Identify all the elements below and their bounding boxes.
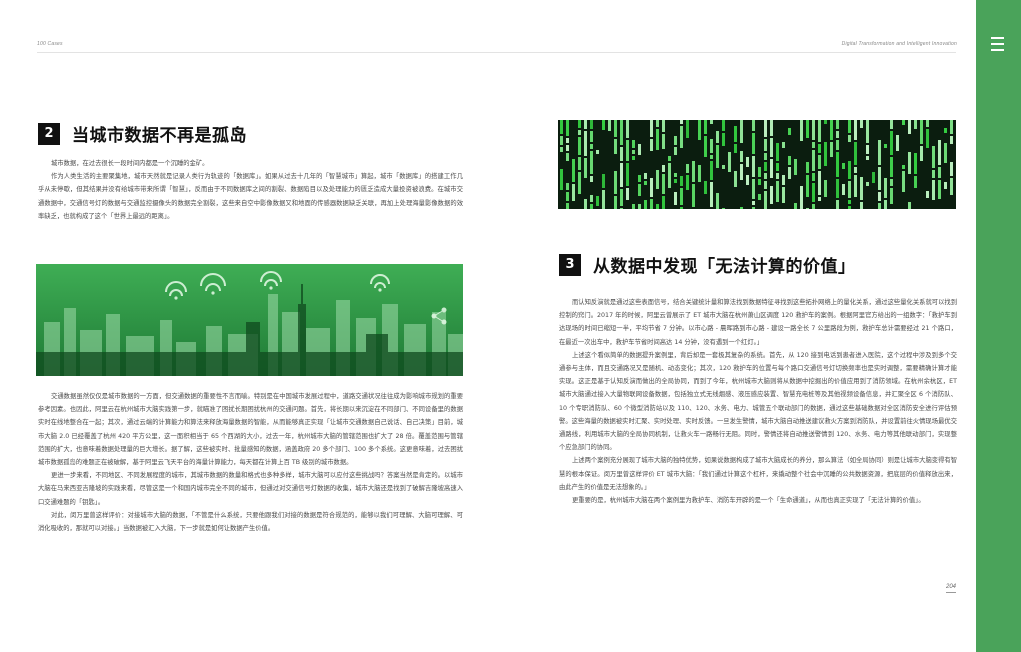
section-2-intro: 城市数据，在过去很长一段时间内都是一个沉睡的金矿。 作为人类生活的主要聚集地，城… [38, 157, 463, 223]
smart-city-image [36, 264, 463, 376]
paragraph: 而认知反演就是通过这些表面信号，结合关键统计量和算法找到数据特征寻找到这些拓扑网… [559, 299, 957, 346]
section-2-number: 2 [38, 122, 60, 145]
section-3-title: 从数据中发现「无法计算的价值」 [593, 257, 856, 277]
paragraph: 更进一步来看，不同地区、不同发展程度的城市，其城市数据的数量和格式也多种多样，城… [38, 472, 463, 506]
paragraph: 上述两个案例充分展现了城市大脑的独特优势，如果说数据构成了城市大脑成长的养分，那… [559, 457, 957, 491]
section-3-number: 3 [559, 253, 581, 276]
section-2-body: 交通数据虽然仅仅是城市数据的一方面，但交通数据的重要性不言而喻。特别是在中国城市… [38, 390, 463, 535]
section-3-body: 而认知反演就是通过这些表面信号，结合关键统计量和算法找到数据特征寻找到这些拓扑网… [559, 296, 957, 507]
header-left: 100 Cases [37, 41, 63, 47]
section-2-title: 当城市数据不再是孤岛 [72, 126, 247, 146]
header-right: Digital Transformation and Intelligent I… [841, 41, 957, 47]
paragraph: 对此，闵万里曾这样评价：对接城市大脑的数据，「不管是什么系统，只要他跟我们对接的… [38, 511, 463, 533]
section-3-heading: 3 从数据中发现「无法计算的价值」 [559, 252, 856, 277]
page-number: 204 [945, 584, 956, 593]
binary-code-image [558, 120, 956, 209]
paragraph: 交通数据虽然仅仅是城市数据的一方面，但交通数据的重要性不言而喻。特别是在中国城市… [38, 393, 463, 467]
side-bar [976, 0, 1021, 652]
header-divider [37, 52, 956, 53]
menu-icon[interactable] [991, 37, 1004, 55]
paragraph: 上述这个看似简单的数据提升案例里，背后却是一套极其复杂的系统。首先，从 120 … [559, 351, 957, 452]
paragraph: 城市数据，在过去很长一段时间内都是一个沉睡的金矿。 [51, 160, 209, 167]
paragraph: 更重要的是，杭州城市大脑在两个案例里为救护车、消防车开辟的是一个「生命通道」，从… [572, 497, 925, 505]
paragraph: 作为人类生活的主要聚集地，城市天然就是记录人类行为轨迹的「数据库」。如果从过去十… [38, 173, 463, 220]
section-2-heading: 2 当城市数据不再是孤岛 [38, 121, 247, 146]
